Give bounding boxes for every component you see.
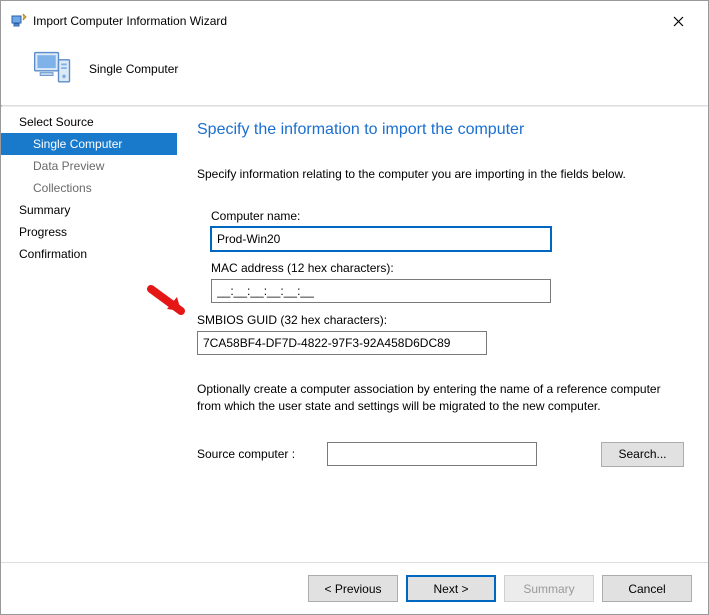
mac-block: MAC address (12 hex characters): (197, 261, 684, 303)
next-button[interactable]: Next > (406, 575, 496, 602)
sidebar-item-summary[interactable]: Summary (1, 199, 177, 221)
summary-button: Summary (504, 575, 594, 602)
page-title: Specify the information to import the co… (197, 121, 684, 139)
guid-block: SMBIOS GUID (32 hex characters): (197, 313, 684, 355)
mac-input[interactable] (211, 279, 551, 303)
guid-label: SMBIOS GUID (32 hex characters): (197, 313, 684, 327)
sidebar-item-confirmation[interactable]: Confirmation (1, 243, 177, 265)
sidebar-item-progress[interactable]: Progress (1, 221, 177, 243)
titlebar: Import Computer Information Wizard (1, 1, 708, 41)
computer-name-input[interactable] (211, 227, 551, 251)
sidebar: Select Source Single Computer Data Previ… (1, 107, 177, 545)
source-row: Source computer : Search... (197, 442, 684, 467)
sidebar-item-collections[interactable]: Collections (1, 177, 177, 199)
mac-label: MAC address (12 hex characters): (211, 261, 684, 275)
header: Single Computer (1, 41, 708, 105)
sidebar-item-single-computer[interactable]: Single Computer (1, 133, 177, 155)
intro-text: Specify information relating to the comp… (197, 167, 684, 181)
computer-name-block: Computer name: (197, 209, 684, 251)
wizard-window: Import Computer Information Wizard Singl… (0, 0, 709, 615)
association-note: Optionally create a computer association… (197, 381, 684, 416)
search-button[interactable]: Search... (601, 442, 684, 467)
computer-icon (31, 47, 75, 91)
computer-name-label: Computer name: (211, 209, 684, 223)
body: Select Source Single Computer Data Previ… (1, 107, 708, 545)
guid-input[interactable] (197, 331, 487, 355)
source-computer-input[interactable] (327, 442, 537, 466)
wizard-icon (11, 13, 27, 29)
titlebar-left: Import Computer Information Wizard (11, 13, 227, 29)
sidebar-item-select-source[interactable]: Select Source (1, 111, 177, 133)
source-label: Source computer : (197, 447, 309, 461)
close-button[interactable] (658, 9, 698, 33)
window-title: Import Computer Information Wizard (33, 14, 227, 28)
header-subtitle: Single Computer (89, 62, 178, 76)
content-pane: Specify the information to import the co… (177, 107, 708, 545)
previous-button[interactable]: < Previous (308, 575, 398, 602)
cancel-button[interactable]: Cancel (602, 575, 692, 602)
footer: < Previous Next > Summary Cancel (1, 562, 708, 614)
sidebar-item-data-preview[interactable]: Data Preview (1, 155, 177, 177)
